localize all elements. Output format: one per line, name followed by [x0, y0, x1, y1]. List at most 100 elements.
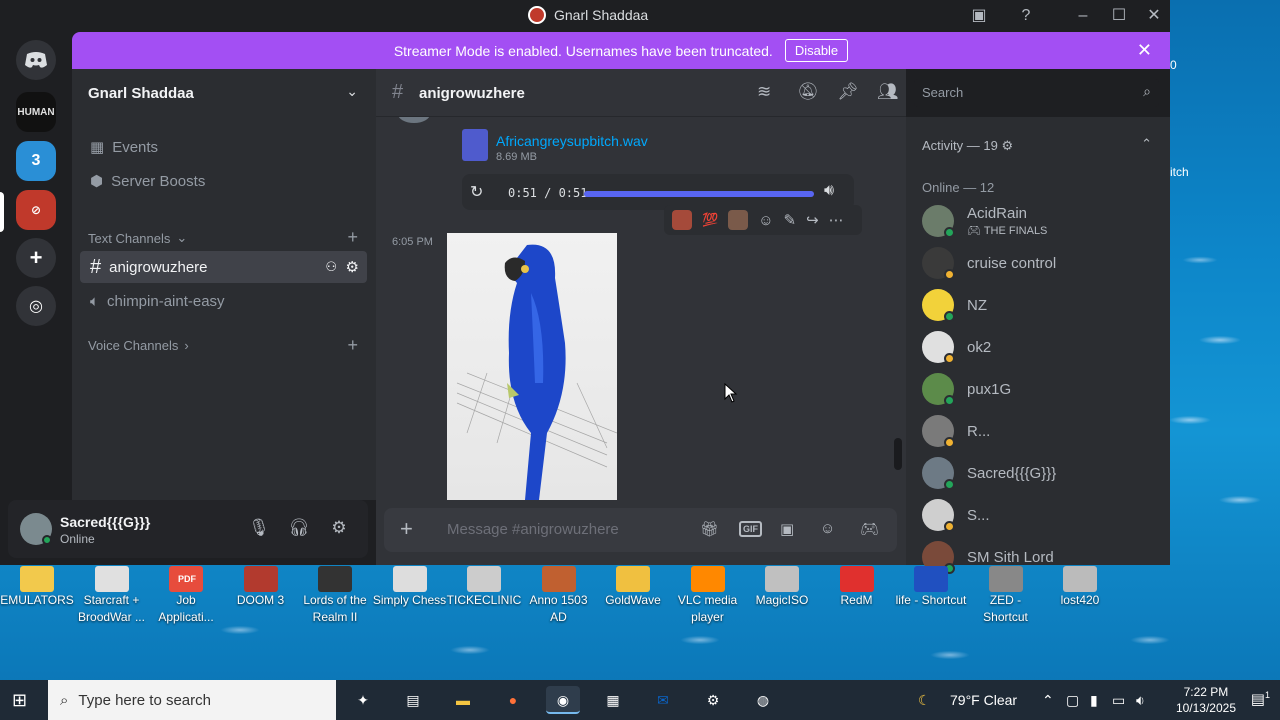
outlook-icon[interactable]: ✉ — [646, 686, 680, 714]
server-boosts-item[interactable]: ⬢ Server Boosts — [80, 165, 367, 197]
more-icon[interactable]: ⋯ — [829, 211, 844, 229]
member-list-icon[interactable]: 👥︎ — [877, 82, 899, 102]
activity-header[interactable]: Activity — 19 ⚙ — [922, 138, 1013, 154]
discord-taskbar-icon[interactable]: ◉ — [546, 686, 580, 714]
threads-icon[interactable]: ≋ — [757, 82, 771, 102]
events-item[interactable]: ▦ Events — [80, 131, 367, 163]
windows-start-icon[interactable]: ⊞ — [12, 690, 27, 711]
desktop-icon[interactable]: Anno 1503 AD — [521, 566, 597, 626]
desktop-icon[interactable]: Lords of the Realm II — [297, 566, 373, 626]
add-attachment-icon[interactable]: + — [400, 516, 413, 542]
firefox-icon[interactable]: ● — [496, 686, 530, 714]
add-voice-channel-icon[interactable]: + — [347, 335, 358, 356]
discord-home-icon[interactable] — [16, 40, 56, 80]
parrot-image[interactable] — [447, 233, 617, 500]
server-gnarl-shaddaa[interactable]: ⊘ — [16, 190, 56, 230]
audio-progress-fill — [584, 191, 814, 197]
headphones-icon[interactable]: 🎧︎ — [287, 518, 311, 538]
minimize-button[interactable]: – — [1072, 6, 1094, 28]
invite-icon[interactable]: ⚇ — [325, 259, 337, 275]
search-input[interactable]: Search ⌕ — [914, 79, 1159, 107]
gif-icon[interactable]: GIF — [739, 521, 762, 537]
forward-icon[interactable]: ↪ — [806, 211, 819, 229]
pin-icon[interactable]: 📌︎ — [837, 82, 859, 102]
microphone-icon[interactable]: 🎙︎ — [247, 518, 271, 538]
network-icon[interactable]: ▭ — [1112, 692, 1125, 709]
desktop-icon[interactable]: VLC media player — [670, 566, 746, 626]
help-icon[interactable]: ? — [1015, 6, 1037, 28]
volume-icon[interactable]: 🔉︎ — [1136, 692, 1145, 709]
file-explorer-icon[interactable]: ▬ — [446, 686, 480, 714]
file-name-link[interactable]: Africangreysupbitch.wav — [496, 133, 648, 149]
emoji-icon[interactable]: ☺ — [820, 520, 835, 537]
activities-icon[interactable]: 🎮︎ — [860, 520, 879, 538]
message-input[interactable]: + Message #anigrowuzhere 🎁︎ GIF ▣ ☺ 🎮︎ — [384, 508, 897, 552]
channel-anigrowuzhere[interactable]: # anigrowuzhere ⚇ ⚙ — [80, 251, 367, 283]
member-item[interactable]: ok2 — [922, 331, 1162, 373]
member-item[interactable]: AcidRain 🎮︎ THE FINALS — [922, 205, 1162, 247]
edit-icon[interactable]: ✎ — [784, 211, 797, 229]
maximize-button[interactable]: ☐ — [1108, 6, 1130, 28]
banner-close-icon[interactable]: ✕ — [1137, 40, 1152, 61]
server-human[interactable]: HUMAN — [16, 92, 56, 132]
usb-icon[interactable]: ▮ — [1090, 692, 1098, 709]
notification-icon[interactable]: ▤1 — [1251, 690, 1270, 708]
member-item[interactable]: pux1G — [922, 373, 1162, 415]
desktop-icon[interactable]: Starcraft + BroodWar ... — [74, 566, 150, 626]
gear-icon[interactable]: ⚙ — [327, 518, 351, 538]
desktop-icon[interactable]: DOOM 3 — [223, 566, 299, 609]
tray-app-icon[interactable]: ▢ — [1066, 692, 1079, 709]
weather-text[interactable]: 79°F Clear — [950, 692, 1017, 708]
chevron-down-icon[interactable]: ⌄ — [346, 83, 358, 100]
server-name[interactable]: Gnarl Shaddaa — [88, 85, 194, 102]
member-item[interactable]: NZ — [922, 289, 1162, 331]
sticker-icon[interactable]: ▣ — [780, 520, 794, 538]
desktop-icon[interactable]: ZED - Shortcut — [968, 566, 1044, 626]
member-item[interactable]: Sacred{{{G}}} — [922, 457, 1162, 499]
volume-icon[interactable]: 🔊︎ — [824, 182, 834, 200]
desktop-icon[interactable]: MagicISO — [744, 566, 820, 609]
desktop-icon[interactable]: lost420 — [1042, 566, 1118, 609]
disable-button[interactable]: Disable — [784, 39, 849, 62]
app-icon[interactable]: ◍ — [746, 686, 780, 714]
add-reaction-icon[interactable]: ☺ — [758, 212, 773, 229]
chevron-up-icon[interactable]: ⌃ — [1042, 692, 1054, 709]
member-item[interactable]: S... — [922, 499, 1162, 541]
username[interactable]: Sacred{{{G}}} — [60, 514, 150, 530]
copilot-icon[interactable]: ✦ — [346, 686, 380, 714]
chevron-up-icon[interactable]: ⌃ — [1141, 136, 1152, 152]
desktop-icon[interactable]: TICKECLINIC — [446, 566, 522, 609]
taskbar-search[interactable]: ⌕ Type here to search — [48, 680, 336, 720]
desktop-icon[interactable]: Simply Chess — [372, 566, 448, 609]
scrollbar-thumb[interactable] — [894, 438, 902, 470]
reaction-emoji-3[interactable] — [728, 210, 749, 230]
desktop-icon[interactable]: RedM — [819, 566, 895, 609]
store-icon[interactable]: ▦ — [596, 686, 630, 714]
add-server-icon[interactable]: + — [16, 238, 56, 278]
add-text-channel-icon[interactable]: + — [347, 227, 358, 248]
member-item[interactable]: R... — [922, 415, 1162, 457]
clock[interactable]: 7:22 PM 10/13/2025 — [1176, 684, 1236, 716]
desktop-icon-image — [392, 566, 427, 592]
close-window-button[interactable]: ✕ — [1143, 6, 1165, 28]
discover-icon[interactable]: ◎ — [16, 286, 56, 326]
audio-progress-track[interactable] — [584, 191, 814, 197]
gift-icon[interactable]: 🎁︎ — [700, 520, 719, 538]
desktop-icon[interactable]: EMULATORS — [0, 566, 75, 609]
steam-icon[interactable]: ⚙ — [696, 686, 730, 714]
desktop-icon[interactable]: GoldWave — [595, 566, 671, 609]
mute-bell-icon[interactable]: 🔕︎ — [797, 82, 819, 102]
channel-chimpin-aint-easy[interactable]: 🔈︎ chimpin-aint-easy — [80, 285, 367, 317]
text-channels-category[interactable]: Text Channels ⌄ — [88, 230, 187, 246]
reaction-emoji-2[interactable]: 💯 — [702, 212, 718, 228]
gear-icon[interactable]: ⚙ — [346, 258, 359, 276]
desktop-icon[interactable]: life - Shortcut — [893, 566, 969, 609]
inbox-icon[interactable]: ▣ — [968, 6, 990, 28]
member-item[interactable]: cruise control — [922, 247, 1162, 289]
replay-icon[interactable]: ↻ — [470, 182, 483, 202]
windows-tool-icon[interactable]: ▤ — [396, 686, 430, 714]
channel-label: chimpin-aint-easy — [107, 292, 225, 310]
reaction-emoji-1[interactable] — [672, 210, 692, 230]
server-3max[interactable]: 3 — [16, 141, 56, 181]
voice-channels-category[interactable]: Voice Channels › — [88, 338, 189, 353]
